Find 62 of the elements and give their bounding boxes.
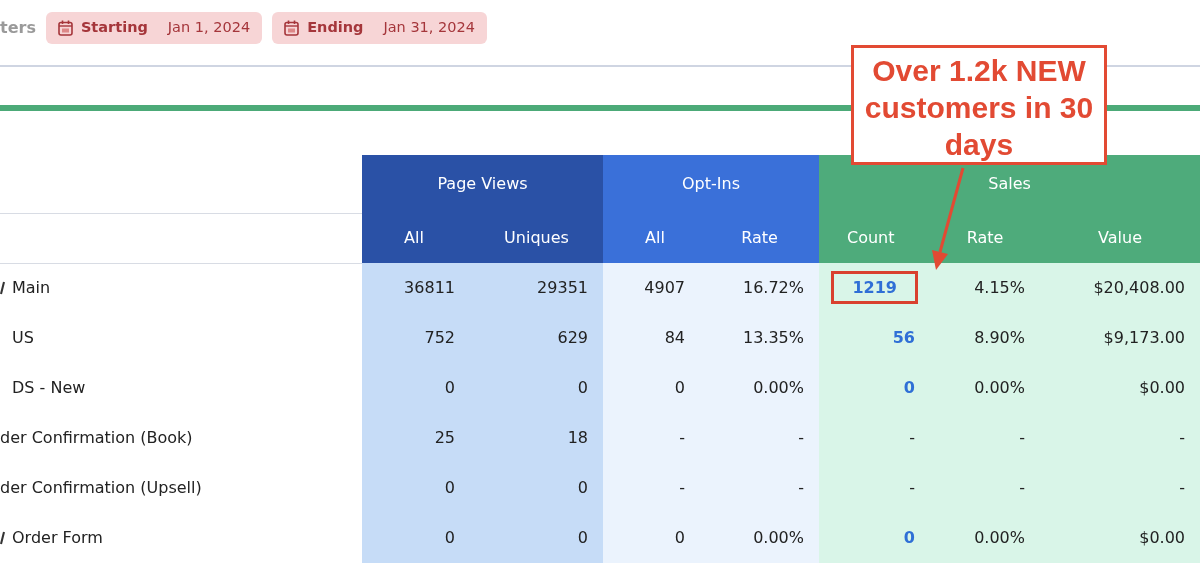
table-cell: 8.90% bbox=[974, 328, 1025, 347]
table-cell: 0 bbox=[577, 378, 588, 397]
table-cell: $0.00 bbox=[1139, 378, 1186, 397]
column-header: Count bbox=[847, 228, 895, 247]
table-cell: 0.00% bbox=[974, 528, 1025, 547]
column-group-header: Opt-Ins bbox=[603, 155, 819, 213]
table-cell: 752 bbox=[424, 328, 455, 347]
table-cell: - bbox=[798, 478, 804, 497]
table-cell: 0 bbox=[444, 528, 455, 547]
table-cell: 13.35% bbox=[743, 328, 804, 347]
table-cell: - bbox=[679, 428, 685, 447]
table-cell: 629 bbox=[557, 328, 588, 347]
table-cell: - bbox=[1179, 428, 1186, 447]
calendar-icon bbox=[284, 19, 300, 36]
count-link[interactable]: 0 bbox=[903, 528, 915, 547]
table-cell: - bbox=[1179, 478, 1186, 497]
row-name: der Confirmation (Book) bbox=[0, 427, 193, 449]
table-cell: 4.15% bbox=[974, 278, 1025, 297]
table-cell: 36811 bbox=[404, 278, 455, 297]
table-cell: 0 bbox=[674, 378, 685, 397]
callout-text: Over 1.2k NEW customers in 30 days bbox=[851, 45, 1107, 165]
filters-label: ters bbox=[0, 16, 36, 39]
table-cell: 0 bbox=[577, 478, 588, 497]
table-cell: 84 bbox=[664, 328, 685, 347]
column-group-header: Page Views bbox=[362, 155, 603, 213]
column-header: All bbox=[404, 228, 424, 247]
table-cell: - bbox=[1019, 478, 1025, 497]
table-cell: $0.00 bbox=[1139, 528, 1186, 547]
row-name: der Confirmation (Upsell) bbox=[0, 477, 202, 499]
table-cell: 0 bbox=[577, 528, 588, 547]
table-cell: 29351 bbox=[537, 278, 588, 297]
row-name: Order Form bbox=[12, 527, 103, 549]
column-header: Rate bbox=[966, 228, 1004, 247]
calendar-icon bbox=[57, 19, 73, 36]
table-cell: 0 bbox=[444, 478, 455, 497]
column-header: Rate bbox=[741, 228, 778, 247]
column-header: Value bbox=[1098, 228, 1142, 247]
date-filter-chip[interactable]: Ending Jan 31, 2024 bbox=[272, 11, 487, 44]
column-header: Uniques bbox=[504, 228, 569, 247]
table-cell: 18 bbox=[567, 428, 588, 447]
table-cell: 0.00% bbox=[753, 528, 804, 547]
table-cell: 0 bbox=[674, 528, 685, 547]
row-name: US bbox=[12, 327, 34, 349]
table-cell: - bbox=[679, 478, 685, 497]
table-cell: 0.00% bbox=[974, 378, 1025, 397]
table-cell: - bbox=[909, 428, 915, 447]
table-cell: - bbox=[909, 478, 915, 497]
table-cell: 4907 bbox=[644, 278, 685, 297]
table-cell: 25 bbox=[434, 428, 455, 447]
table-cell: - bbox=[798, 428, 804, 447]
count-link[interactable]: 0 bbox=[903, 378, 915, 397]
column-header: All bbox=[645, 228, 665, 247]
row-name: DS - New bbox=[12, 377, 86, 399]
date-filter-chip[interactable]: Starting Jan 1, 2024 bbox=[45, 11, 263, 44]
table-cell: 0.00% bbox=[753, 378, 804, 397]
table-cell: $9,173.00 bbox=[1103, 328, 1186, 347]
count-link[interactable]: 56 bbox=[892, 328, 915, 347]
table-cell: - bbox=[1019, 428, 1025, 447]
table-cell: $20,408.00 bbox=[1093, 278, 1186, 297]
table-cell: 16.72% bbox=[743, 278, 804, 297]
row-name: Main bbox=[12, 277, 51, 300]
table-cell: 0 bbox=[444, 378, 455, 397]
